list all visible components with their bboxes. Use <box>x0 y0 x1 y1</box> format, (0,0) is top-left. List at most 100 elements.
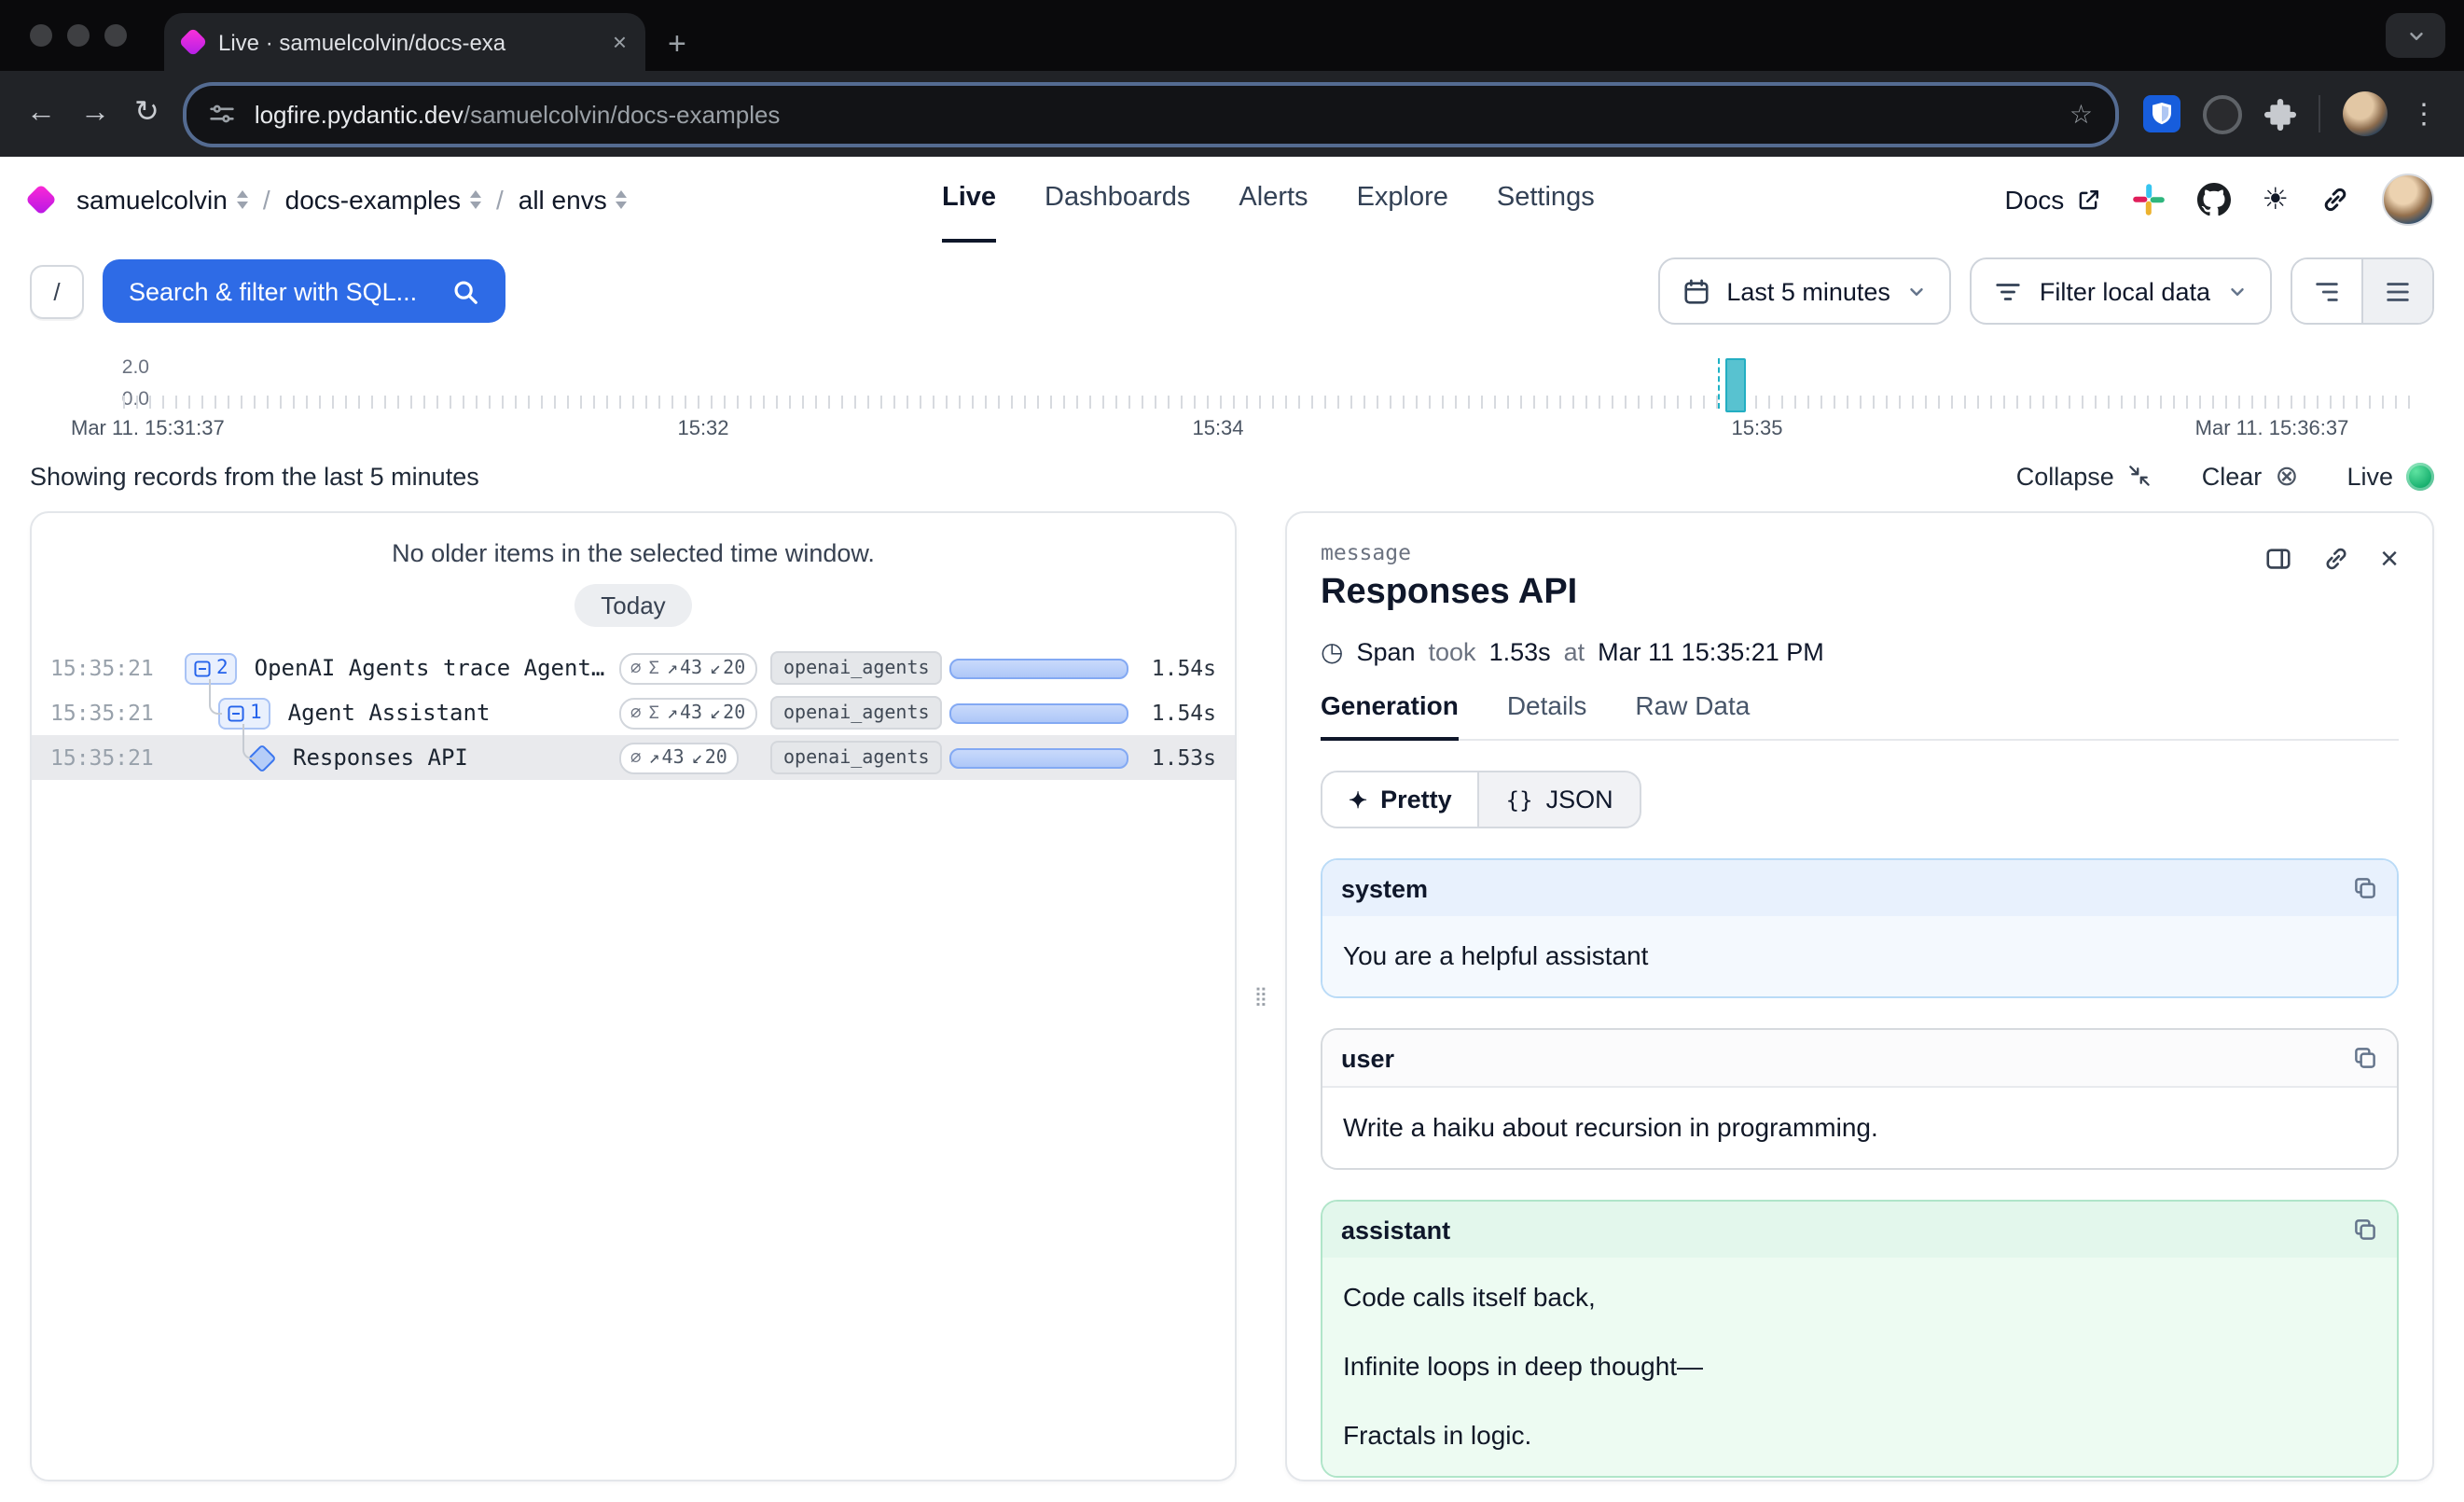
header-actions: Docs ☀ <box>2005 174 2435 226</box>
copy-button[interactable] <box>2352 1045 2378 1071</box>
new-tab-button[interactable]: + <box>668 28 686 60</box>
address-bar[interactable]: logfire.pydantic.dev/samuelcolvin/docs-e… <box>184 81 2119 146</box>
collapse-button[interactable]: Collapse <box>2016 462 2153 490</box>
window-zoom-button[interactable] <box>104 24 127 47</box>
json-view-button[interactable]: {} JSON <box>1480 772 1640 827</box>
url-host: logfire.pydantic.dev <box>255 100 464 128</box>
span-summary: ◷ Span took 1.53s at Mar 11 15:35:21 PM <box>1321 636 2399 668</box>
close-icon[interactable]: × <box>2380 543 2399 575</box>
axis-tick-strip <box>123 396 2412 409</box>
open-panel-icon[interactable] <box>2264 545 2292 573</box>
split-drag-handle[interactable]: ⣿ <box>1237 511 1285 1481</box>
sql-search-button[interactable]: Search & filter with SQL... <box>103 259 505 323</box>
row-timestamp: 15:35:21 <box>50 700 159 726</box>
service-tag: openai_agents <box>770 696 943 730</box>
copy-link-icon[interactable] <box>2322 545 2350 573</box>
slash-shortcut-key[interactable]: / <box>30 264 84 318</box>
x-axis-label: 15:34 <box>1192 418 1243 440</box>
calendar-icon <box>1682 277 1710 305</box>
toolbar-divider <box>2319 95 2320 132</box>
bitwarden-shield-icon[interactable] <box>2143 95 2180 132</box>
browser-toolbar: ← → ↻ logfire.pydantic.dev/samuelcolvin/… <box>0 71 2464 157</box>
tab-search-button[interactable] <box>2386 13 2445 58</box>
sigma-icon: Σ <box>648 702 658 723</box>
live-toggle[interactable]: Live <box>2346 462 2434 490</box>
message-card-assistant: assistant Code calls itself back, Infini… <box>1321 1200 2399 1478</box>
browser-profile-avatar[interactable] <box>2343 91 2388 136</box>
tokens-in-icon: ↗ <box>667 658 678 678</box>
nav-dashboards[interactable]: Dashboards <box>1045 157 1190 243</box>
extensions-puzzle-icon[interactable] <box>2264 98 2296 130</box>
local-filter-select[interactable]: Filter local data <box>1971 257 2272 325</box>
share-link-icon[interactable] <box>2320 185 2350 215</box>
bookmark-star-icon[interactable]: ☆ <box>2069 98 2093 130</box>
theme-sun-icon[interactable]: ☀ <box>2262 181 2289 218</box>
window-minimize-button[interactable] <box>67 24 90 47</box>
tab-details[interactable]: Details <box>1507 690 1587 741</box>
updown-caret-icon <box>470 190 481 209</box>
tab-generation[interactable]: Generation <box>1321 690 1459 741</box>
flat-view-button[interactable] <box>2361 259 2432 323</box>
org-selector[interactable]: samuelcolvin <box>76 185 248 215</box>
nav-settings[interactable]: Settings <box>1497 157 1595 243</box>
trace-rows: 15:35:21 2 OpenAI Agents trace Agent… ∅ … <box>32 646 1235 780</box>
sparkle-icon: ✦ <box>1349 786 1367 813</box>
browser-menu-icon[interactable]: ⋮ <box>2410 97 2438 131</box>
trace-row-selected[interactable]: 15:35:21 Responses API ∅ ↗43 ↙20 openai_… <box>32 735 1235 780</box>
tokens-in-icon: ↗ <box>667 702 678 723</box>
tab-raw-data[interactable]: Raw Data <box>1635 690 1750 741</box>
row-timestamp: 15:35:21 <box>50 655 159 681</box>
x-axis-label: Mar 11. 15:31:37 <box>71 418 225 440</box>
pretty-view-button[interactable]: ✦ Pretty <box>1322 772 1480 827</box>
breadcrumb-separator: / <box>496 185 504 215</box>
reload-button[interactable]: ↻ <box>134 99 159 129</box>
tree-connector <box>209 679 222 715</box>
copy-button[interactable] <box>2352 875 2378 901</box>
breadcrumb-separator: / <box>263 185 270 215</box>
timeline-chart[interactable]: 2.0 0.0 Mar 11. 15:31:37 15:32 15:34 15:… <box>0 340 2464 448</box>
flat-list-icon <box>2384 277 2412 305</box>
row-duration: 1.54s <box>1152 655 1216 681</box>
env-selector[interactable]: all envs <box>519 185 628 215</box>
x-axis-label: 15:32 <box>677 418 728 440</box>
tree-view-button[interactable] <box>2292 259 2361 323</box>
chevron-down-icon <box>1907 281 1928 301</box>
password-manager-icon[interactable] <box>2203 94 2242 133</box>
search-icon <box>450 277 478 305</box>
filter-toolbar: / Search & filter with SQL... Last 5 min… <box>0 257 2464 325</box>
window-controls <box>30 24 127 47</box>
span-name: Agent Assistant <box>288 700 491 726</box>
span-name: OpenAI Agents trace Agent… <box>255 655 605 681</box>
project-selector[interactable]: docs-examples <box>285 185 481 215</box>
user-avatar[interactable] <box>2382 174 2434 226</box>
duration-bar <box>949 658 1128 678</box>
nav-live[interactable]: Live <box>942 157 996 243</box>
collapse-icon <box>2127 463 2153 489</box>
docs-link[interactable]: Docs <box>2005 185 2100 215</box>
time-range-select[interactable]: Last 5 minutes <box>1657 257 1952 325</box>
forward-button[interactable]: → <box>80 99 110 129</box>
message-role-header: user <box>1322 1030 2397 1088</box>
copy-icon <box>2352 1217 2378 1243</box>
message-card-user: user Write a haiku about recursion in pr… <box>1321 1028 2399 1170</box>
nav-explore[interactable]: Explore <box>1357 157 1448 243</box>
event-spike-bar[interactable] <box>1725 358 1746 412</box>
browser-tab[interactable]: Live · samuelcolvin/docs-exa × <box>164 13 645 71</box>
back-button[interactable]: ← <box>26 99 56 129</box>
clear-button[interactable]: Clear ⊗ <box>2202 462 2299 490</box>
empty-window-notice: No older items in the selected time wind… <box>32 539 1235 567</box>
row-timestamp: 15:35:21 <box>50 744 159 771</box>
braces-icon: {} <box>1506 786 1533 813</box>
copy-button[interactable] <box>2352 1217 2378 1243</box>
view-mode-segmented: ✦ Pretty {} JSON <box>1321 771 1641 828</box>
window-close-button[interactable] <box>30 24 52 47</box>
minus-square-icon <box>228 704 244 721</box>
nav-alerts[interactable]: Alerts <box>1239 157 1308 243</box>
date-pill: Today <box>574 584 691 627</box>
view-toggle <box>2291 257 2434 325</box>
tab-close-icon[interactable]: × <box>613 28 627 56</box>
slack-icon[interactable] <box>2131 183 2165 216</box>
message-card-system: system You are a helpful assistant <box>1321 858 2399 998</box>
service-tag: openai_agents <box>770 651 943 685</box>
github-icon[interactable] <box>2196 183 2230 216</box>
